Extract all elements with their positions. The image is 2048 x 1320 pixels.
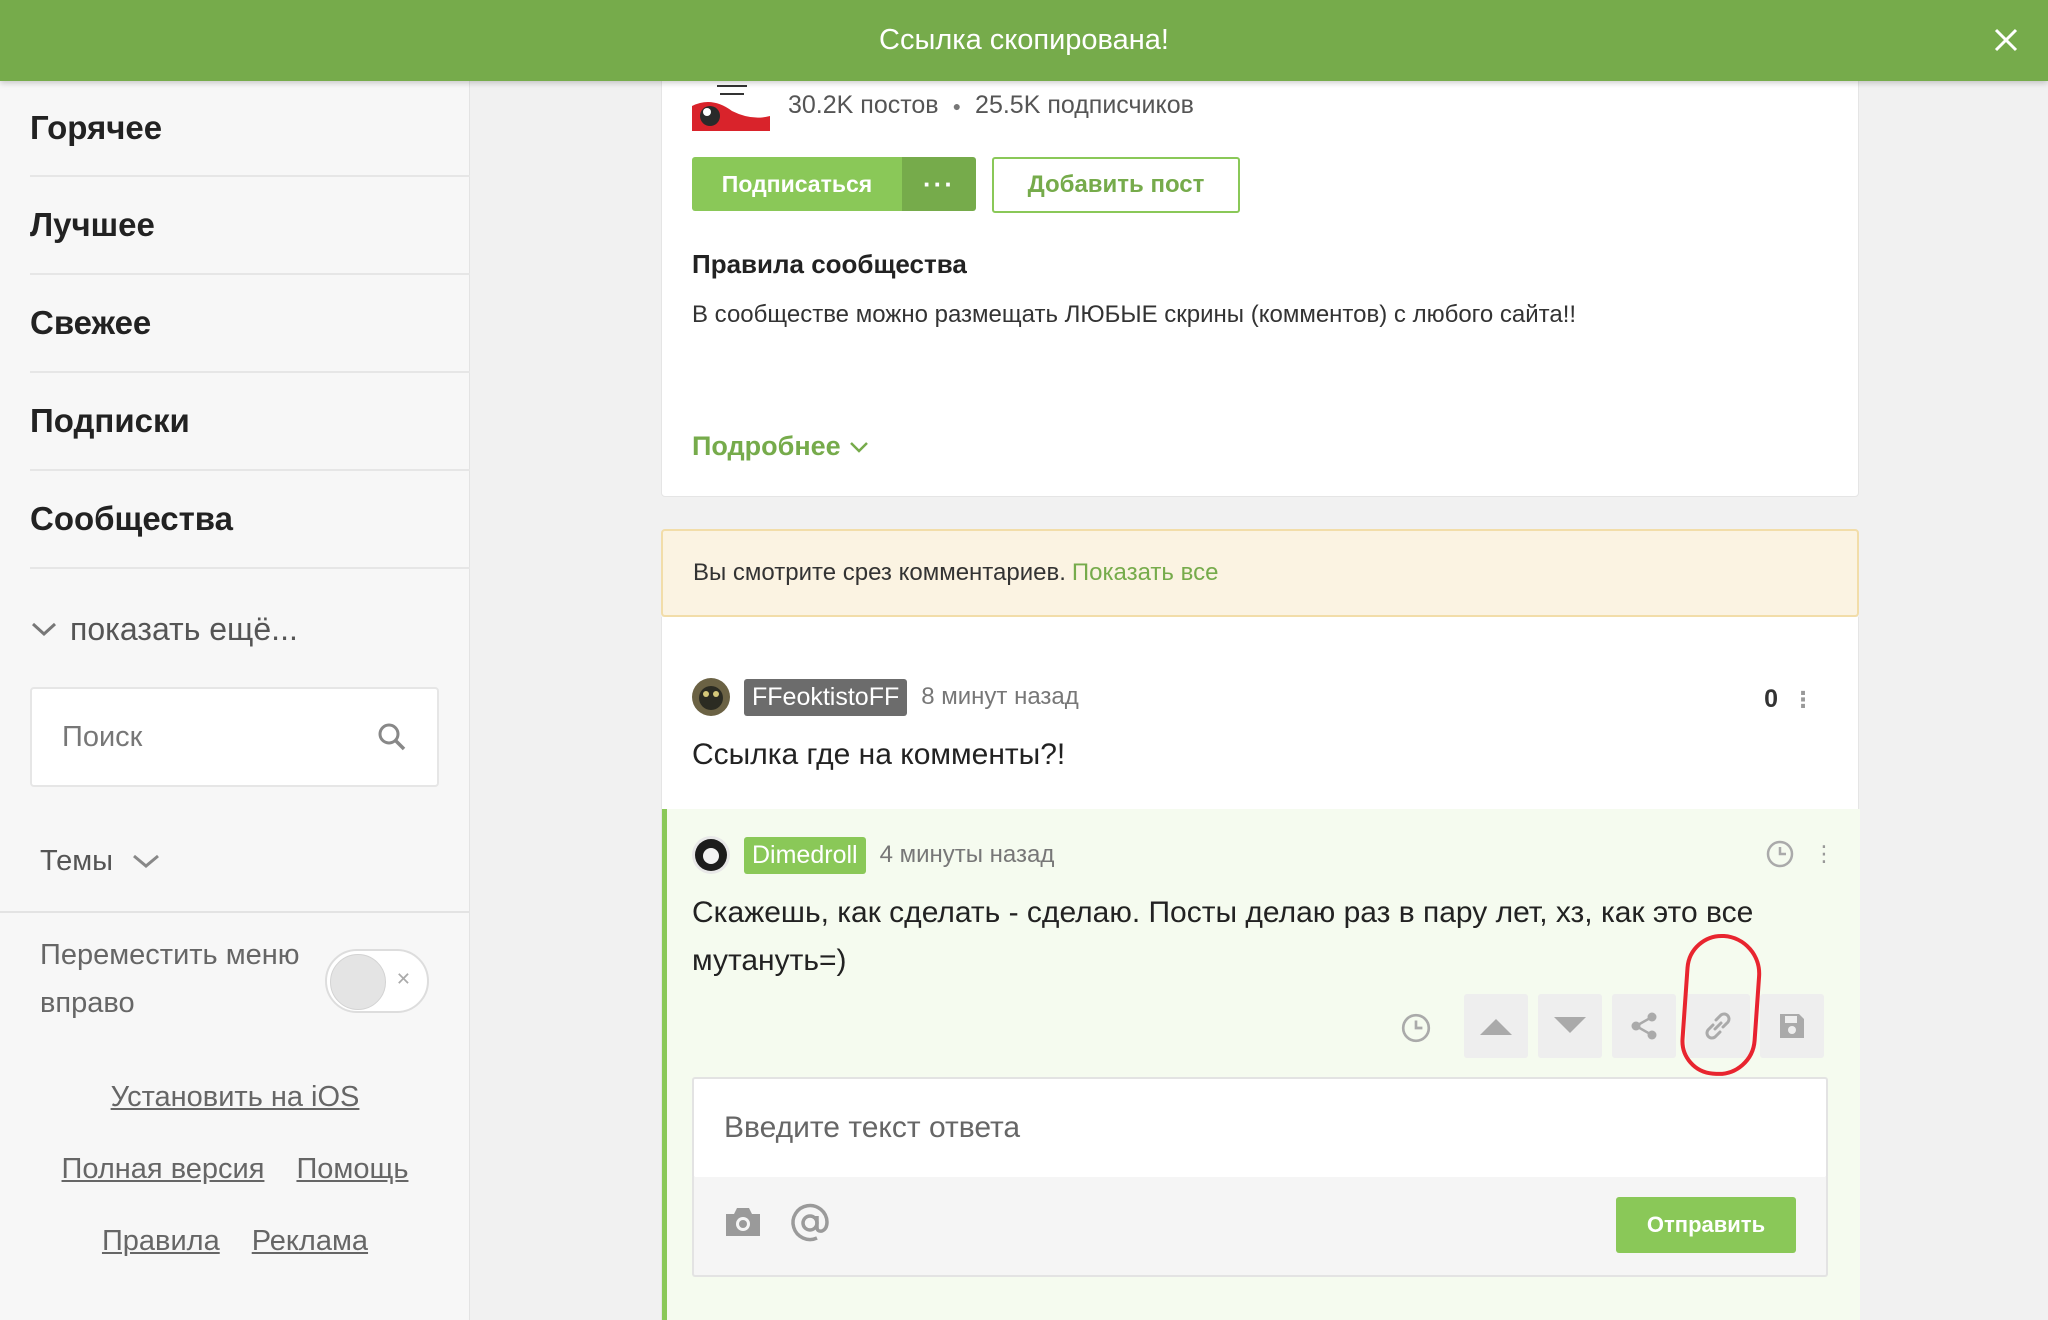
downvote-icon — [1554, 1017, 1586, 1033]
search-input[interactable] — [62, 720, 362, 754]
sidebar-item-subscriptions[interactable]: Подписки — [30, 373, 470, 471]
stats-separator: ● — [952, 97, 962, 114]
more-options-button[interactable]: ··· — [902, 157, 976, 211]
save-icon — [1780, 1014, 1804, 1038]
comment-header: Dimedroll 4 минуты назад — [692, 835, 1832, 875]
comments-section: FFeoktistoFF 8 минут назад 0 ⋮ Ссылка гд… — [661, 617, 1860, 1320]
full-version-link[interactable]: Полная версия — [62, 1153, 265, 1186]
upvote-button[interactable] — [1464, 994, 1528, 1058]
comment-header: FFeoktistoFF 8 минут назад — [692, 677, 1832, 717]
camera-icon[interactable] — [722, 1202, 764, 1247]
comment-score: 0 — [1764, 685, 1778, 713]
more-details-link[interactable]: Подробнее — [692, 431, 869, 462]
community-card: 30.2K постов ● 25.5K подписчиков Подписа… — [661, 60, 1859, 497]
chevron-down-icon — [133, 854, 159, 868]
avatar[interactable] — [692, 836, 730, 874]
sidebar-item-fresh[interactable]: Свежее — [30, 275, 470, 373]
toggle-knob — [330, 954, 386, 1010]
subscribe-button[interactable]: Подписаться — [692, 157, 902, 211]
send-button[interactable]: Отправить — [1616, 1197, 1796, 1253]
footer-row-1: Установить на iOS — [0, 1081, 470, 1114]
avatar[interactable] — [692, 678, 730, 716]
community-stats: 30.2K постов ● 25.5K подписчиков — [788, 91, 1194, 120]
themes-dropdown[interactable]: Темы — [40, 836, 161, 886]
comment-score-area: 0 ⋮ — [1764, 685, 1814, 714]
comment-time[interactable]: 8 минут назад — [921, 683, 1079, 711]
link-icon — [1705, 1012, 1731, 1040]
clock-icon[interactable] — [1765, 839, 1795, 869]
sidebar-divider — [0, 911, 470, 913]
themes-label: Темы — [40, 844, 113, 877]
copy-toast: Ссылка скопирована! — [0, 0, 2048, 81]
comment-author[interactable]: FFeoktistoFF — [744, 678, 908, 716]
show-more-label: показать ещё... — [70, 610, 298, 647]
comment-meta-actions: ⋮ — [1765, 839, 1835, 869]
ads-link[interactable]: Реклама — [252, 1225, 368, 1258]
comment-text: Ссылка где на комменты?! — [692, 738, 1066, 771]
subscribe-button-group: Подписаться ··· — [692, 157, 976, 211]
more-details-label: Подробнее — [692, 431, 841, 461]
sidebar-item-best[interactable]: Лучшее — [30, 177, 470, 275]
toggle-off-icon: ✕ — [395, 969, 411, 989]
footer-row-2: Полная версия Помощь — [0, 1153, 470, 1186]
chevron-down-icon — [31, 622, 57, 637]
add-post-button[interactable]: Добавить пост — [992, 157, 1240, 213]
reply-box — [692, 1077, 1828, 1179]
share-button[interactable] — [1612, 994, 1676, 1058]
comments-slice-notice: Вы смотрите срез комментариев. Показать … — [661, 529, 1859, 617]
chevron-down-icon — [849, 441, 868, 453]
share-icon — [1631, 1012, 1657, 1040]
sidebar-item-communities[interactable]: Сообщества — [30, 471, 470, 569]
comment-body: Dimedroll 4 минуты назад Скажешь, как сд… — [692, 835, 1832, 985]
install-ios-link[interactable]: Установить на iOS — [111, 1081, 360, 1114]
upvote-icon — [1480, 1019, 1512, 1035]
sidebar: Горячее Лучшее Свежее Подписки Сообществ… — [0, 81, 470, 1320]
comment: FFeoktistoFF 8 минут назад 0 ⋮ Ссылка гд… — [692, 677, 1832, 779]
sidebar-item-label: Лучшее — [30, 206, 155, 243]
sidebar-item-label: Сообщества — [30, 500, 234, 537]
close-icon[interactable] — [1984, 18, 2028, 62]
notice-text: Вы смотрите срез комментариев. — [693, 559, 1066, 586]
search-box — [30, 687, 439, 787]
save-button[interactable] — [1760, 994, 1824, 1058]
move-menu-label: Переместить меню вправо — [40, 939, 300, 1019]
subscribers-count: 25.5K подписчиков — [975, 91, 1194, 119]
help-link[interactable]: Помощь — [296, 1153, 408, 1186]
move-menu-toggle[interactable]: ✕ — [325, 949, 429, 1013]
rules-link[interactable]: Правила — [102, 1225, 220, 1258]
comment-text: Скажешь, как сделать - сделаю. Посты дел… — [692, 896, 1754, 977]
comment-author[interactable]: Dimedroll — [744, 836, 866, 874]
community-avatar[interactable] — [692, 76, 770, 131]
comment-actions — [667, 931, 1865, 1079]
toast-message: Ссылка скопирована! — [879, 24, 1169, 56]
kebab-icon[interactable]: ⋮ — [1792, 687, 1814, 713]
comment-highlighted: Dimedroll 4 минуты назад Скажешь, как сд… — [662, 809, 1860, 1320]
search-icon[interactable] — [377, 722, 407, 752]
downvote-button[interactable] — [1538, 994, 1602, 1058]
reply-input[interactable] — [724, 1111, 1796, 1145]
sidebar-item-label: Подписки — [30, 402, 190, 439]
copy-link-button[interactable] — [1686, 994, 1750, 1058]
posts-count: 30.2K постов — [788, 91, 939, 119]
clock-icon[interactable] — [1400, 1012, 1432, 1049]
footer-row-3: Правила Реклама — [0, 1225, 470, 1258]
kebab-icon[interactable]: ⋮ — [1813, 841, 1835, 867]
show-more-button[interactable]: показать ещё... — [30, 594, 298, 664]
sidebar-item-label: Горячее — [30, 109, 163, 146]
sidebar-item-label: Свежее — [30, 304, 152, 341]
sidebar-item-hot[interactable]: Горячее — [30, 81, 470, 177]
at-icon[interactable] — [789, 1202, 831, 1249]
show-all-link[interactable]: Показать все — [1072, 559, 1219, 587]
reply-toolbar: Отправить — [692, 1177, 1828, 1277]
comment-time[interactable]: 4 минуты назад — [880, 841, 1055, 869]
rules-title: Правила сообщества — [692, 249, 967, 279]
rules-text: В сообществе можно размещать ЛЮБЫЕ скрин… — [692, 301, 1577, 328]
